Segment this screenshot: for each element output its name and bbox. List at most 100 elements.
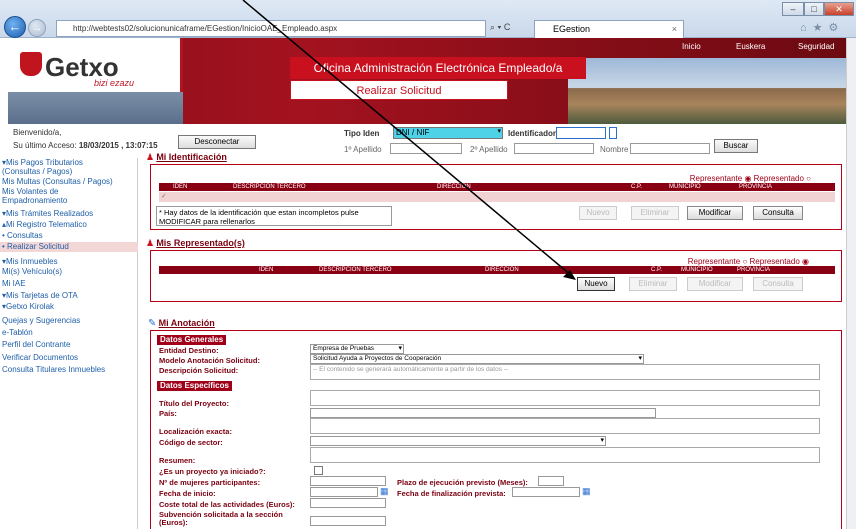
tab-title: EGestion bbox=[553, 24, 591, 34]
address-actions[interactable]: ⌕ ▾ C bbox=[490, 20, 532, 37]
sidebar-item[interactable]: Perfil del Contrante bbox=[0, 340, 138, 350]
buscar-button[interactable]: Buscar bbox=[714, 139, 758, 153]
table-row[interactable]: ✓ bbox=[159, 192, 835, 202]
fecha-fin-input[interactable] bbox=[512, 487, 580, 497]
last-access-label: Su último Acceso: bbox=[13, 141, 77, 150]
nav-seguridad[interactable]: Seguridad bbox=[798, 42, 834, 51]
sidebar-item[interactable]: e-Tablón bbox=[0, 328, 138, 338]
eliminar-button[interactable]: Eliminar bbox=[631, 206, 679, 220]
tipo-iden-value: DNI / NIF bbox=[396, 128, 430, 137]
representados-header: ♟ Mis Representado(s) bbox=[146, 238, 245, 249]
row-check-icon[interactable]: ✓ bbox=[161, 192, 167, 200]
sidebar-item[interactable]: ▴Mi Registro Telematico bbox=[0, 220, 138, 230]
entidad-select[interactable]: Empresa de Pruebas ▾ bbox=[310, 344, 404, 354]
representados-title: Mis Representado(s) bbox=[156, 238, 245, 248]
sidebar-item[interactable]: ▾Getxo Kirolak bbox=[0, 302, 138, 312]
coste-input[interactable] bbox=[310, 498, 386, 508]
welcome-text: Bienvenido/a, bbox=[13, 128, 62, 137]
tipo-iden-select[interactable]: DNI / NIF ▾ bbox=[393, 127, 503, 139]
col-direccion-2: DIRECCION bbox=[485, 267, 519, 273]
sidebar-item[interactable]: Mi IAE bbox=[0, 279, 138, 289]
representados-table-header: IDEN DESCRIPCION TERCERO DIRECCION C.P. … bbox=[159, 266, 835, 274]
descripcion-textarea[interactable]: -- El contenido se generará automáticame… bbox=[310, 364, 820, 380]
calendar-icon[interactable]: ▦ bbox=[582, 486, 591, 497]
window-close-button[interactable]: ✕ bbox=[824, 2, 854, 16]
header-photo bbox=[568, 58, 846, 124]
col-municipio: MUNICIPIO bbox=[669, 184, 701, 190]
pais-input[interactable] bbox=[310, 408, 656, 418]
nuevo-button[interactable]: Nuevo bbox=[579, 206, 617, 220]
page-scrollbar[interactable] bbox=[846, 38, 856, 529]
sidebar-item[interactable]: Consulta Titulares Inmuebles bbox=[0, 365, 138, 375]
forward-button[interactable]: → bbox=[28, 19, 46, 37]
titulo-textarea[interactable] bbox=[310, 390, 820, 406]
sidebar-item[interactable]: Empadronamiento bbox=[0, 196, 138, 206]
localizacion-textarea[interactable] bbox=[310, 418, 820, 434]
chevron-down-icon: ▾ bbox=[497, 128, 501, 135]
browser-tab[interactable]: EGestion × bbox=[534, 20, 684, 38]
resumen-label: Resumen: bbox=[159, 456, 196, 465]
subvencion-input[interactable] bbox=[310, 516, 386, 526]
resumen-textarea[interactable] bbox=[310, 447, 820, 463]
localizacion-label: Localización exacta: bbox=[159, 427, 232, 436]
rep-radio-2[interactable]: ○ bbox=[742, 257, 747, 266]
fecha-inicio-input[interactable] bbox=[310, 487, 378, 497]
sidebar-item[interactable]: Mis Multas (Consultas / Pagos) bbox=[0, 177, 138, 187]
modificar-button-2[interactable]: Modificar bbox=[687, 277, 743, 291]
identificador-letter-input[interactable] bbox=[609, 127, 617, 139]
sidebar-item[interactable]: Mi(s) Vehículo(s) bbox=[0, 267, 138, 277]
back-button[interactable]: ← bbox=[4, 16, 26, 38]
col-cp: C.P. bbox=[631, 184, 642, 190]
browser-tools-icons[interactable]: ⌂★⚙ bbox=[800, 21, 844, 34]
identificador-input[interactable] bbox=[556, 127, 606, 139]
sidebar-item[interactable]: (Consultas / Pagos) bbox=[0, 167, 138, 177]
window-minimize-button[interactable]: – bbox=[782, 2, 804, 16]
iniciado-label: ¿Es un proyecto ya iniciado?: bbox=[159, 467, 266, 476]
sidebar-item[interactable]: • Realizar Solicitud bbox=[0, 242, 138, 252]
sidebar-item[interactable]: Verificar Documentos bbox=[0, 353, 138, 363]
repd-radio[interactable]: ○ bbox=[806, 174, 811, 183]
logo-photo-strip bbox=[8, 92, 183, 124]
plazo-input[interactable] bbox=[538, 476, 564, 486]
page-title: Oficina Administración Electrónica Emple… bbox=[290, 57, 586, 79]
consulta-button-2[interactable]: Consulta bbox=[753, 277, 803, 291]
sector-select[interactable]: ▾ bbox=[310, 436, 606, 446]
disconnect-button[interactable]: Desconectar bbox=[178, 135, 256, 149]
modelo-select[interactable]: Solicitud Ayuda a Proyectos de Cooperaci… bbox=[310, 354, 644, 364]
col-provincia: PROVINCIA bbox=[739, 184, 773, 190]
last-access-value: 18/03/2015 , 13:07:15 bbox=[78, 141, 158, 150]
entidad-value: Empresa de Pruebas bbox=[313, 345, 375, 352]
sidebar-item[interactable]: ▾Mis Tarjetas de OTA bbox=[0, 291, 138, 301]
modificar-button[interactable]: Modificar bbox=[687, 206, 743, 220]
repd-radio-2[interactable]: ◉ bbox=[802, 257, 809, 266]
nav-euskera[interactable]: Euskera bbox=[736, 42, 765, 51]
fecha-inicio-label: Fecha de inicio: bbox=[159, 489, 216, 498]
apellido1-input[interactable] bbox=[390, 143, 462, 154]
eliminar-button-2[interactable]: Eliminar bbox=[629, 277, 677, 291]
top-nav: Inicio Euskera Seguridad bbox=[608, 40, 846, 54]
tab-close-icon[interactable]: × bbox=[672, 21, 677, 37]
window-maximize-button[interactable]: □ bbox=[804, 2, 824, 16]
mujeres-input[interactable] bbox=[310, 476, 386, 486]
consulta-button[interactable]: Consulta bbox=[753, 206, 803, 220]
chevron-down-icon: ▾ bbox=[638, 355, 642, 362]
identificacion-header: ♟ Mi Identificación bbox=[146, 152, 227, 163]
identificacion-panel: Representante ◉ Representado ○ IDEN DESC… bbox=[150, 164, 842, 230]
address-bar[interactable]: http://webtests02/solucionunicaframe/EGe… bbox=[56, 20, 486, 37]
nav-inicio[interactable]: Inicio bbox=[682, 42, 701, 51]
sidebar-item[interactable]: • Consultas bbox=[0, 231, 138, 241]
apellido2-label: 2º Apellido bbox=[470, 145, 508, 154]
sidebar-item[interactable]: ▾Mis Inmuebles bbox=[0, 257, 138, 267]
sidebar-item[interactable]: ▾Mis Trámites Realizados bbox=[0, 209, 138, 219]
modelo-label: Modelo Anotación Solicitud: bbox=[159, 356, 260, 365]
rep-radio[interactable]: ◉ bbox=[744, 174, 751, 183]
calendar-icon[interactable]: ▦ bbox=[380, 486, 389, 497]
nuevo-button-2[interactable]: Nuevo bbox=[577, 277, 615, 291]
descripcion-label: Descripción Solicitud: bbox=[159, 366, 239, 375]
users-icon: ♟ bbox=[146, 238, 155, 248]
sidebar-item[interactable]: Quejas y Sugerencias bbox=[0, 316, 138, 326]
iniciado-checkbox[interactable] bbox=[314, 466, 323, 475]
modelo-value: Solicitud Ayuda a Proyectos de Cooperaci… bbox=[313, 355, 442, 362]
nombre-input[interactable] bbox=[630, 143, 710, 154]
apellido2-input[interactable] bbox=[514, 143, 594, 154]
